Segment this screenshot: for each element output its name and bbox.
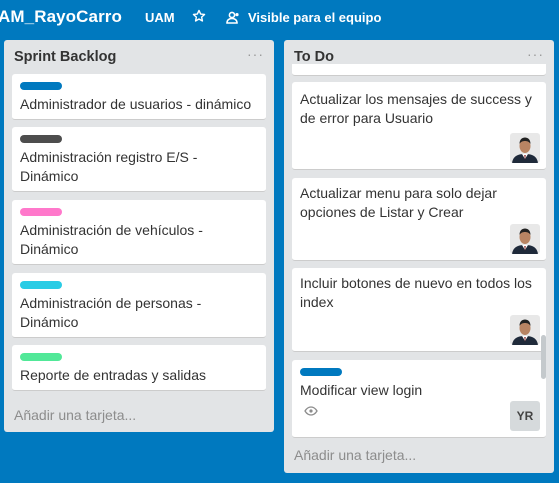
list-menu-button[interactable]: ···: [247, 46, 264, 62]
card[interactable]: Administración de personas - Dinámico: [12, 273, 266, 338]
card[interactable]: Reporte de entradas y salidas: [12, 345, 266, 391]
avatar[interactable]: [510, 315, 540, 345]
add-card-link[interactable]: Añadir una tarjeta...: [14, 407, 136, 423]
card-title: Administración registro E/S - Dinámico: [20, 149, 198, 184]
avatar[interactable]: [510, 133, 540, 163]
card-title: Reporte de entradas y salidas: [20, 367, 206, 383]
card-title: Actualizar los mensajes de success y de …: [300, 91, 532, 126]
card[interactable]: Administración de vehículos - Dinámico: [12, 200, 266, 265]
card-title: Administración de vehículos - Dinámico: [20, 222, 203, 257]
board-header: AM_RayoCarro UAM Visible para el equipo: [0, 0, 559, 36]
board-title[interactable]: AM_RayoCarro: [0, 7, 122, 27]
member-photo-icon: [510, 224, 540, 254]
list-title[interactable]: To Do: [294, 49, 334, 65]
add-card-link[interactable]: Añadir una tarjeta...: [294, 447, 416, 463]
visibility-button[interactable]: Visible para el equipo: [226, 10, 381, 25]
member-photo-icon: [510, 133, 540, 163]
card-title: Administración de personas - Dinámico: [20, 295, 202, 330]
star-icon: [192, 9, 206, 22]
visibility-label: Visible para el equipo: [248, 10, 382, 25]
team-icon: [226, 11, 239, 24]
card-label: [20, 208, 62, 216]
card[interactable]: Administración registro E/S - Dinámico: [12, 127, 266, 192]
member-avatar[interactable]: YR: [510, 401, 540, 431]
card[interactable]: Actualizar los mensajes de success y de …: [292, 82, 546, 170]
card[interactable]: Incluir botones de nuevo en todos los in…: [292, 268, 546, 352]
card-label: [300, 368, 342, 376]
card-title: Modificar view login: [300, 382, 423, 398]
card[interactable]: [292, 64, 546, 76]
star-button[interactable]: [192, 9, 206, 23]
org-button[interactable]: UAM: [145, 10, 175, 25]
card-label: [20, 281, 62, 289]
card-title: Administrador de usuarios - dinámico: [20, 96, 252, 112]
card[interactable]: Modificar view login YR: [292, 360, 546, 438]
card-title: Incluir botones de nuevo en todos los in…: [300, 275, 532, 310]
member-photo-icon: [510, 315, 540, 345]
card[interactable]: Administrador de usuarios - dinámico: [12, 74, 266, 120]
list-title[interactable]: Sprint Backlog: [14, 49, 116, 65]
list-to-do: To Do ··· Actualizar los mensajes de suc…: [284, 40, 554, 473]
card-label: [20, 82, 62, 90]
card[interactable]: Actualizar menu para solo dejar opciones…: [292, 178, 546, 261]
list-sprint-backlog: Sprint Backlog ··· Administrador de usua…: [4, 40, 274, 432]
list-menu-button[interactable]: ···: [527, 46, 544, 62]
avatar[interactable]: [510, 224, 540, 254]
card-label: [20, 135, 62, 143]
eye-icon: [304, 406, 318, 416]
card-label: [20, 353, 62, 361]
list-scrollbar[interactable]: [541, 335, 546, 379]
card-title: Actualizar menu para solo dejar opciones…: [300, 185, 497, 220]
